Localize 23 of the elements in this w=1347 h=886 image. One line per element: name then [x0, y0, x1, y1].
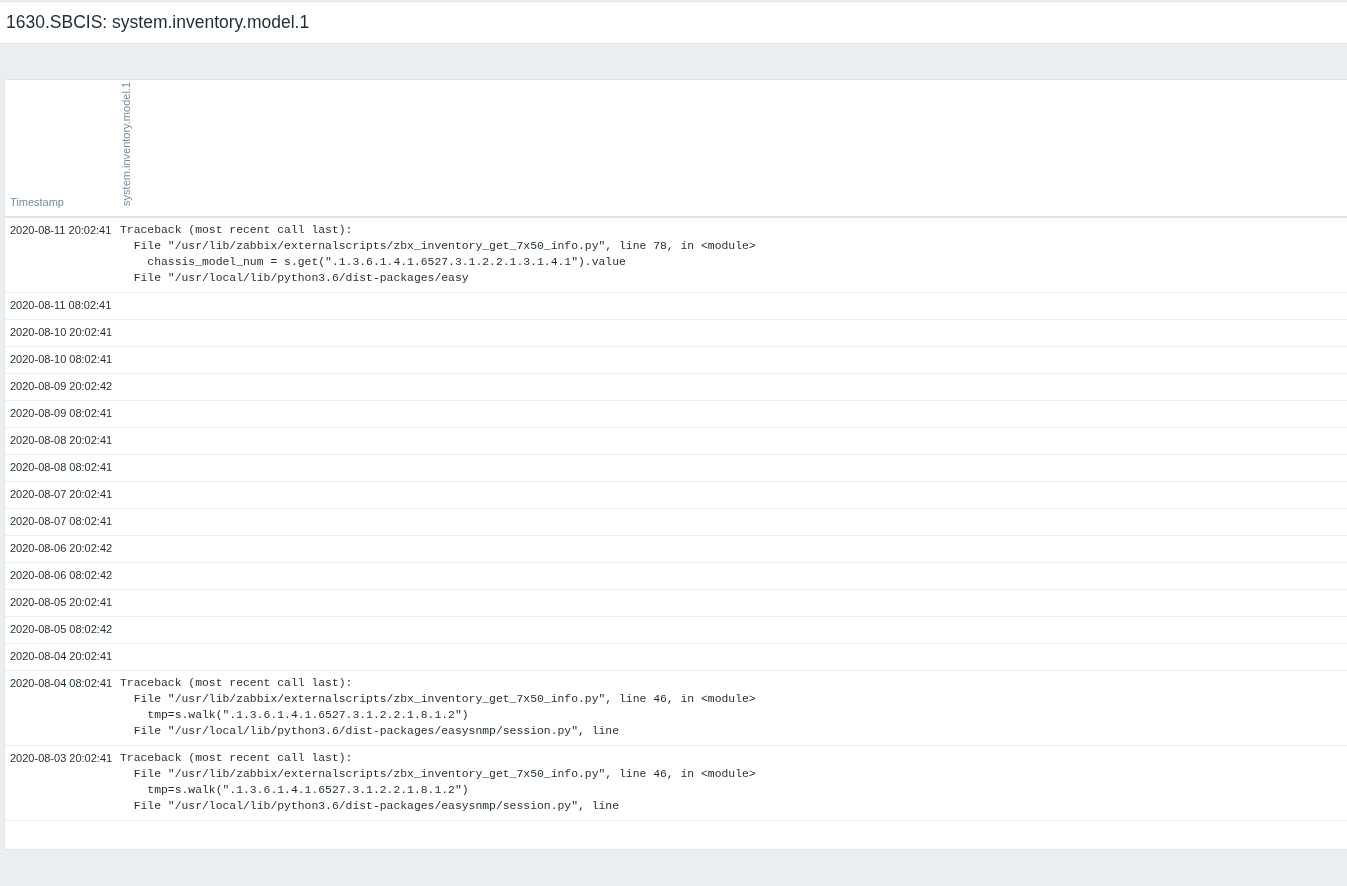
timestamp-cell: 2020-08-10 20:02:41: [10, 326, 113, 338]
timestamp-cell: 2020-08-06 08:02:42: [10, 569, 113, 581]
timestamp-cell: 2020-08-07 08:02:41: [10, 515, 113, 527]
timestamp-cell: 2020-08-09 20:02:42: [10, 380, 113, 392]
value-cell-text: Traceback (most recent call last): File "/usr/lib/zabbix/externalscripts/zbx_inventory_get_7x50_info.py", line 78, in <module> chassis_model_num = s.get(".1.3.6.1.4.1.6527.3.1.2.2.1.3.1.4.1").value File "/usr/local/lib/python3.6/dist-packages/easy: [120, 223, 756, 286]
timestamp-cell: 2020-08-11 20:02:41: [10, 224, 112, 236]
column-header: Timestamp: [10, 196, 64, 208]
timestamp-cell: 2020-08-07 20:02:41: [10, 488, 113, 500]
timestamp-cell: 2020-08-06 20:02:42: [10, 542, 113, 554]
timestamp-cell: 2020-08-05 08:02:42: [10, 623, 113, 635]
timestamp-cell: 2020-08-10 08:02:41: [10, 353, 113, 365]
timestamp-cell: 2020-08-08 20:02:41: [10, 434, 113, 446]
timestamp-cell: 2020-08-03 20:02:41: [10, 752, 113, 764]
column-header: system.inventory.model.1: [120, 82, 132, 206]
timestamp-cell: 2020-08-08 08:02:41: [10, 461, 113, 473]
timestamp-cell: 2020-08-09 08:02:41: [10, 407, 113, 419]
timestamp-cell: 2020-08-05 20:02:41: [10, 596, 113, 608]
value-cell-text: Traceback (most recent call last): File "/usr/lib/zabbix/externalscripts/zbx_inventory_get_7x50_info.py", line 46, in <module> tmp=s.walk(".1.3.6.1.4.1.6527.3.1.2.2.1.8.1.2") File "/usr/local/lib/python3.6/dist-packages/easysnmp/session.py", line: [120, 676, 756, 739]
value-cell-text: Traceback (most recent call last): File "/usr/lib/zabbix/externalscripts/zbx_inventory_get_7x50_info.py", line 46, in <module> tmp=s.walk(".1.3.6.1.4.1.6527.3.1.2.2.1.8.1.2") File "/usr/local/lib/python3.6/dist-packages/easysnmp/session.py", line: [120, 751, 756, 814]
page-title: 1630.SBCIS: system.inventory.model.1: [6, 12, 310, 33]
timestamp-cell: 2020-08-04 08:02:41: [10, 677, 113, 689]
timestamp-cell: 2020-08-11 08:02:41: [10, 299, 112, 311]
timestamp-cell: 2020-08-04 20:02:41: [10, 650, 113, 662]
